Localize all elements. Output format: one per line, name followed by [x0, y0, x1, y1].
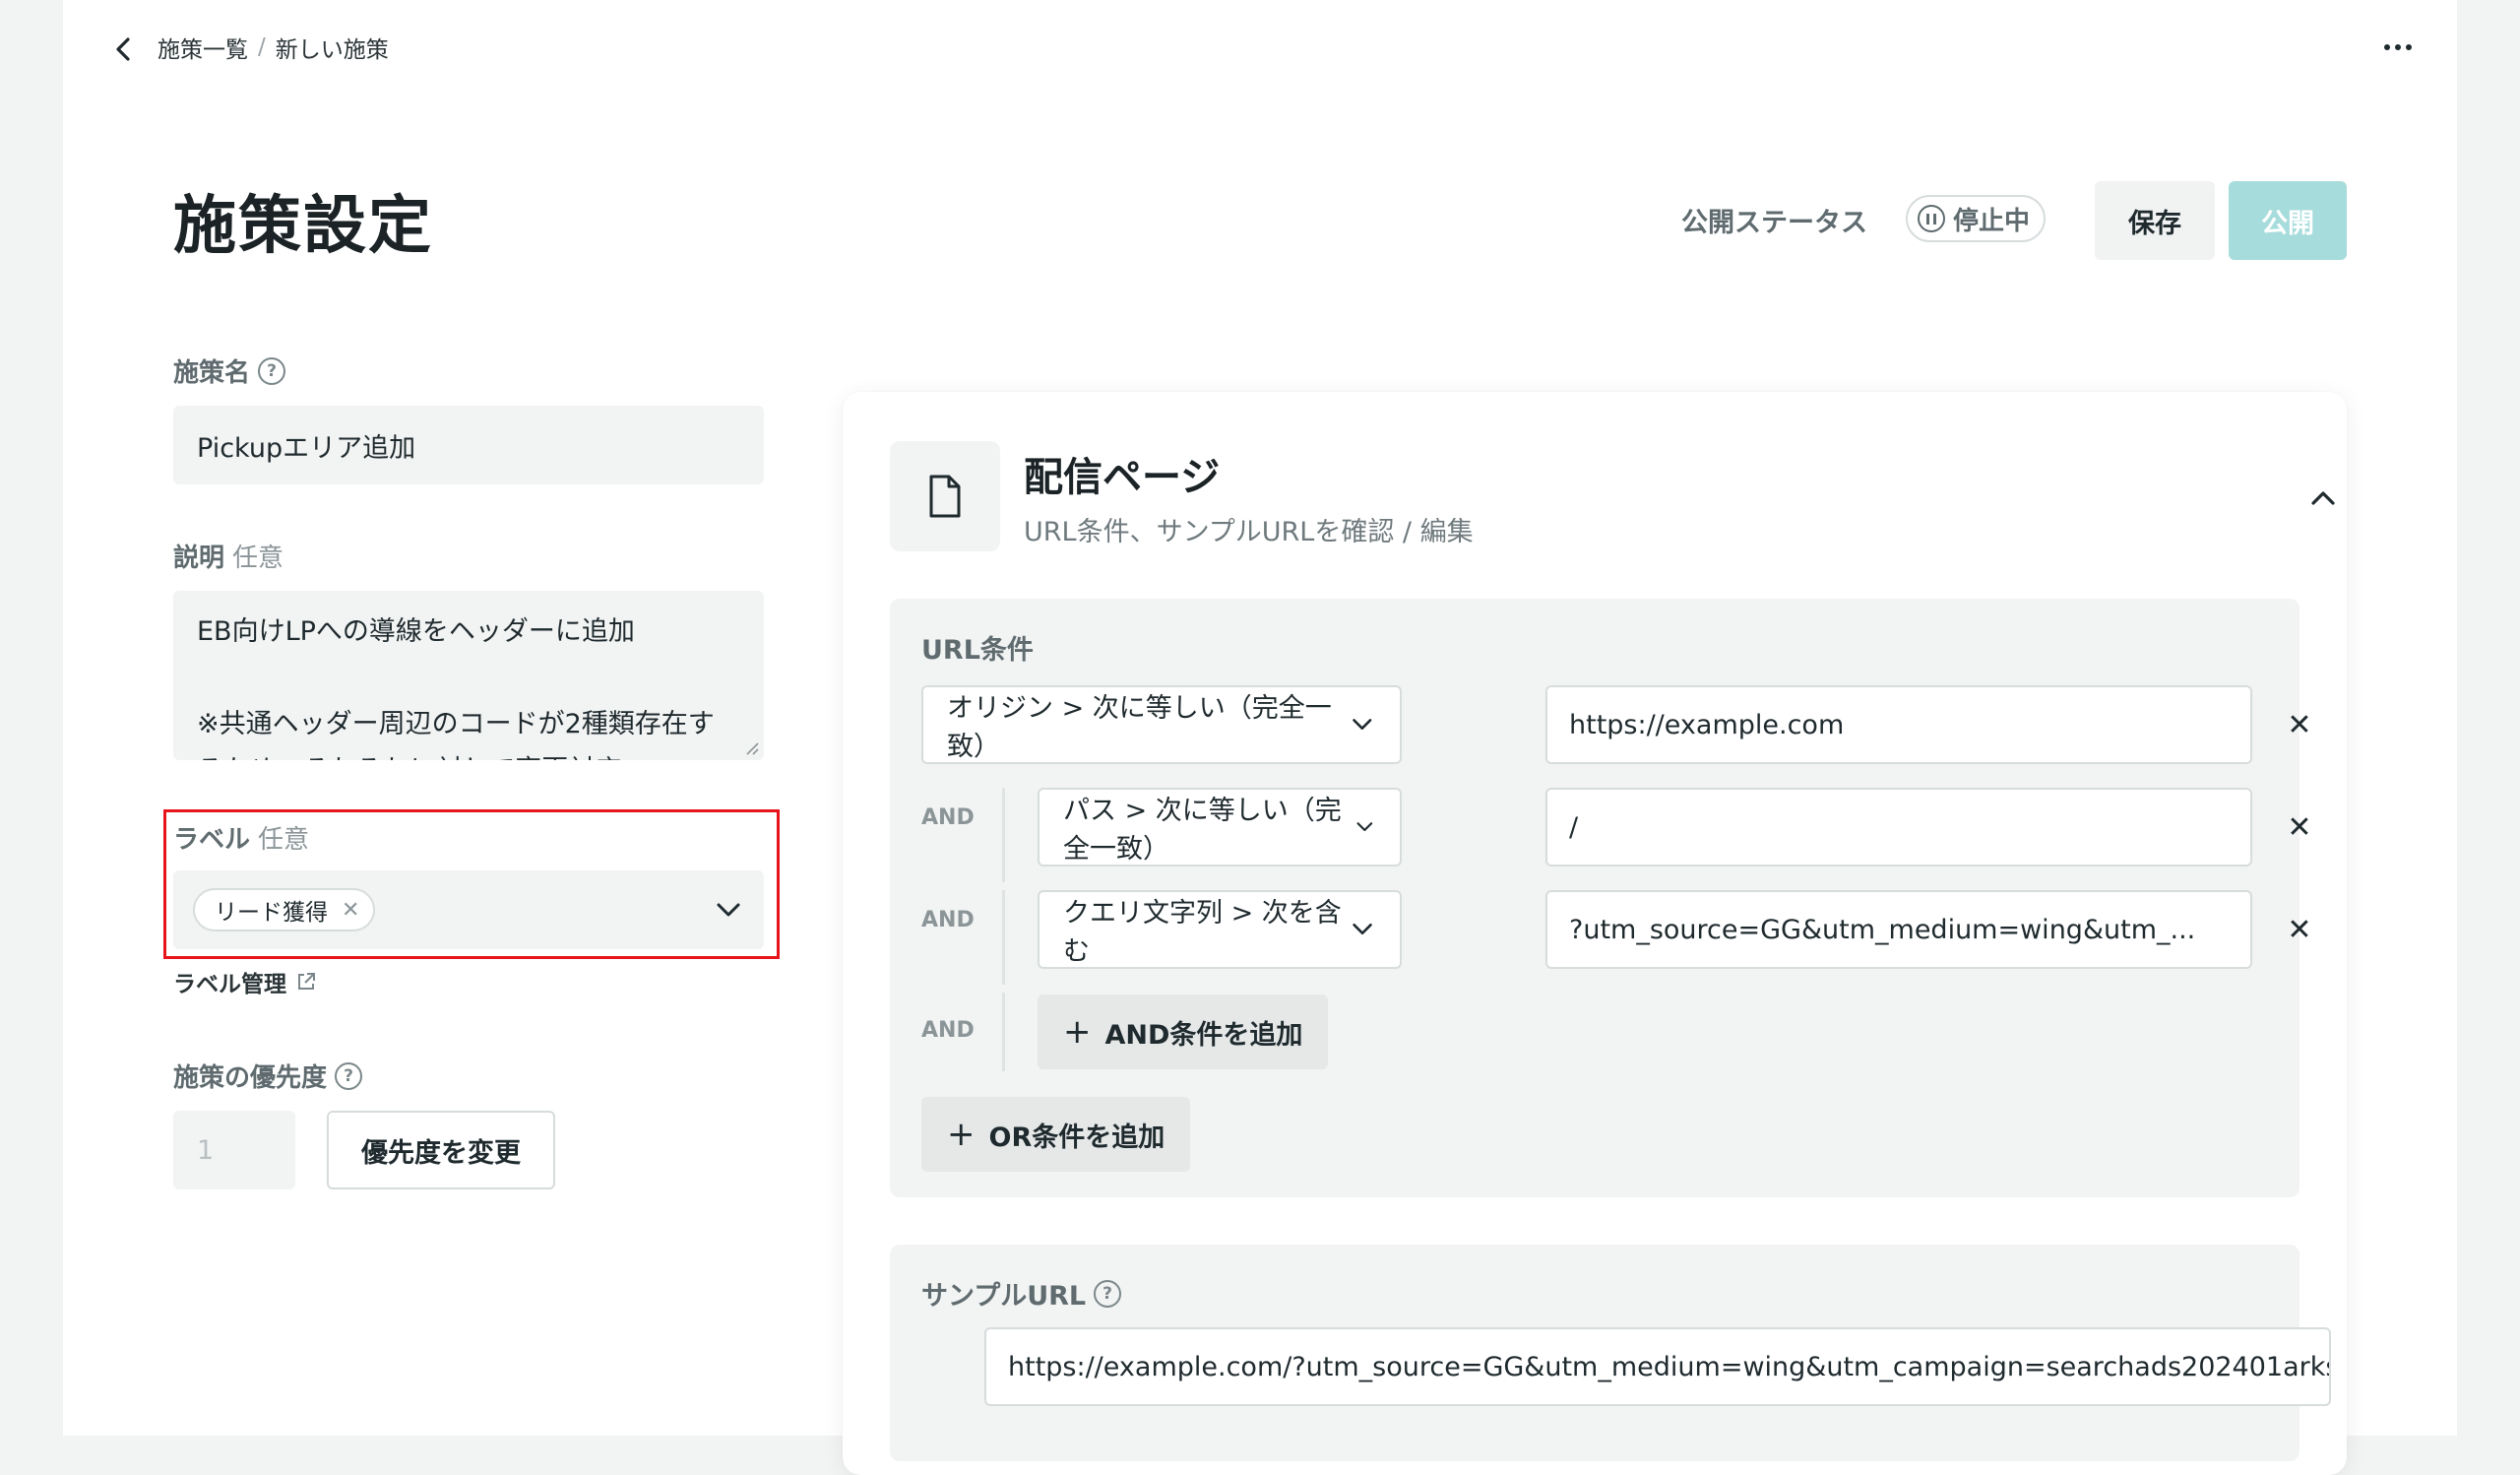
optional-tag: 任意	[258, 825, 310, 855]
publish-button[interactable]: 公開	[2229, 181, 2347, 260]
chevron-down-icon	[1353, 719, 1372, 730]
pause-icon	[1918, 205, 1945, 232]
breadcrumb-separator: /	[258, 34, 266, 60]
and-connector-line	[1002, 788, 1005, 882]
breadcrumb: 施策一覧 / 新しい施策	[158, 30, 389, 65]
sample-url-input[interactable]: https://example.com/?utm_source=GG&utm_m…	[984, 1327, 2331, 1406]
help-icon[interactable]: ?	[335, 1061, 363, 1090]
sample-url-title-text: サンプルURL	[921, 1281, 1087, 1312]
chevron-down-icon	[717, 903, 740, 917]
chevron-down-icon	[1353, 924, 1372, 935]
change-priority-button[interactable]: 優先度を変更	[327, 1111, 555, 1189]
name-input[interactable]: Pickupエリア追加	[173, 406, 764, 484]
document-icon-tile	[890, 441, 1000, 551]
chevron-left-icon	[116, 37, 130, 61]
description-field-label: 説明 任意	[173, 538, 284, 574]
document-icon	[929, 475, 961, 518]
and-connector-label: AND	[921, 805, 975, 830]
delivery-page-title: 配信ページ	[1024, 455, 1221, 500]
save-button[interactable]: 保存	[2095, 181, 2215, 260]
add-or-condition-button[interactable]: + OR条件を追加	[921, 1097, 1191, 1172]
optional-tag: 任意	[232, 544, 284, 573]
add-and-condition-button[interactable]: + AND条件を追加	[1038, 994, 1329, 1069]
priority-label-text: 施策の優先度	[173, 1063, 328, 1093]
chevron-down-icon	[1356, 822, 1373, 832]
chip-remove-icon[interactable]: ✕	[342, 898, 359, 923]
label-chip: リード獲得 ✕	[193, 888, 376, 931]
status-badge: 停止中	[1906, 195, 2047, 242]
label-label-text: ラベル	[173, 825, 251, 855]
help-icon[interactable]: ?	[1094, 1279, 1122, 1308]
and-connector-line	[1002, 890, 1005, 985]
more-menu-button[interactable]	[2370, 28, 2426, 67]
remove-condition-icon[interactable]: ✕	[2280, 705, 2319, 744]
and-connector-label: AND	[921, 908, 975, 932]
description-label-text: 説明	[173, 544, 225, 573]
collapse-button[interactable]	[2301, 477, 2345, 520]
condition-type-select[interactable]: クエリ文字列 > 次を含む	[1038, 890, 1402, 969]
breadcrumb-parent-link[interactable]: 施策一覧	[158, 31, 248, 64]
condition-type-select[interactable]: パス > 次に等しい（完全一致）	[1038, 788, 1402, 866]
label-field-label: ラベル 任意	[173, 819, 309, 856]
condition-value-input[interactable]: https://example.com	[1545, 685, 2252, 764]
name-label-text: 施策名	[173, 358, 251, 388]
label-chip-text: リード獲得	[215, 900, 328, 926]
status-badge-text: 停止中	[1953, 206, 2031, 236]
back-button[interactable]	[102, 28, 146, 71]
external-link-icon	[298, 973, 315, 990]
plus-icon: +	[1063, 1012, 1092, 1052]
label-management-link[interactable]: ラベル管理	[173, 965, 318, 998]
page-title: 施策設定	[173, 190, 433, 263]
page: 施策一覧 / 新しい施策 施策設定 公開ステータス 停止中 保存 公開 施策名 …	[63, 0, 2457, 1475]
plus-icon: +	[947, 1115, 976, 1154]
resize-handle-icon[interactable]	[744, 740, 760, 756]
name-field-label: 施策名 ?	[173, 353, 286, 389]
add-or-condition-label: OR条件を追加	[988, 1122, 1166, 1153]
publish-status-label: 公開ステータス	[1681, 208, 1867, 238]
priority-field-label: 施策の優先度 ?	[173, 1058, 363, 1094]
condition-type-text: パス > 次に等しい（完全一致）	[1063, 796, 1342, 865]
sample-url-label: サンプルURL ?	[921, 1274, 1122, 1313]
remove-condition-icon[interactable]: ✕	[2280, 910, 2319, 949]
breadcrumb-current: 新しい施策	[275, 37, 389, 63]
condition-type-text: クエリ文字列 > 次を含む	[1063, 898, 1342, 967]
and-connector-label: AND	[921, 1018, 975, 1043]
and-connector-line	[1002, 993, 1005, 1071]
condition-type-text: オリジン > 次に等しい（完全一致）	[947, 693, 1332, 762]
add-and-condition-label: AND条件を追加	[1104, 1019, 1303, 1051]
help-icon[interactable]: ?	[258, 356, 286, 385]
url-conditions-title: URL条件	[921, 635, 1034, 666]
delivery-page-subtitle: URL条件、サンプルURLを確認 / 編集	[1024, 517, 1474, 547]
more-horizontal-icon	[2384, 44, 2412, 50]
chevron-up-icon	[2311, 491, 2335, 505]
description-textarea[interactable]: EB向けLPへの導線をヘッダーに追加 ※共通ヘッダー周辺のコードが2種類存在する…	[173, 591, 764, 760]
label-select[interactable]: リード獲得 ✕	[173, 870, 764, 949]
remove-condition-icon[interactable]: ✕	[2280, 807, 2319, 847]
condition-value-input[interactable]: ?utm_source=GG&utm_medium=wing&utm_...	[1545, 890, 2252, 969]
condition-value-input[interactable]: /	[1545, 788, 2252, 866]
condition-type-select[interactable]: オリジン > 次に等しい（完全一致）	[921, 685, 1402, 764]
priority-input[interactable]: 1	[173, 1111, 295, 1189]
label-management-text: ラベル管理	[173, 972, 286, 997]
